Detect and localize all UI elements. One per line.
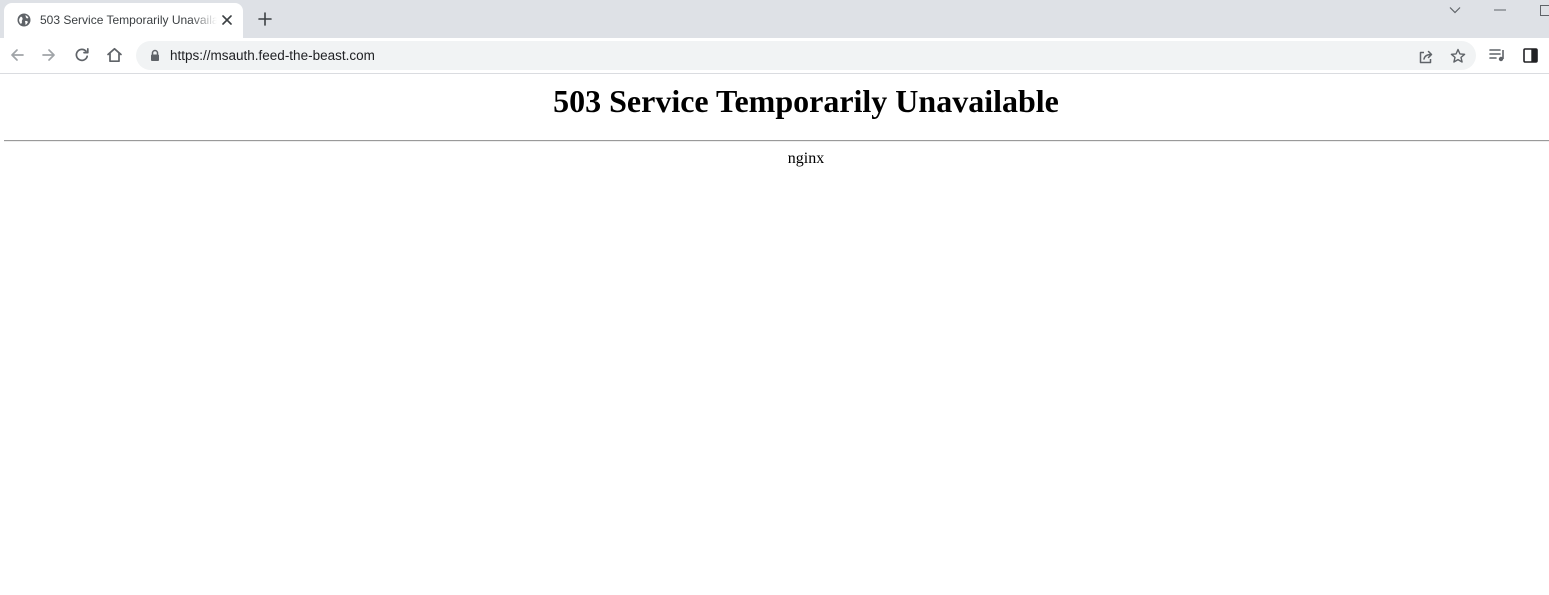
minimize-icon[interactable]: [1488, 0, 1512, 20]
back-arrow-icon: [11, 49, 24, 61]
address-bar[interactable]: https://msauth.feed-the-beast.com: [136, 41, 1476, 70]
page-content: 503 Service Temporarily Unavailable ngin…: [0, 74, 1549, 595]
reading-list-button[interactable]: [1484, 43, 1510, 67]
close-icon[interactable]: [219, 12, 235, 28]
home-button[interactable]: [101, 43, 127, 67]
plus-icon: [258, 12, 272, 26]
forward-button[interactable]: [36, 43, 62, 67]
side-panel-icon: [1522, 47, 1538, 63]
active-tab[interactable]: 503 Service Temporarily Unavailable: [4, 3, 243, 38]
url-text[interactable]: https://msauth.feed-the-beast.com: [170, 47, 375, 64]
globe-icon: [17, 13, 31, 27]
home-icon: [106, 47, 122, 63]
tab-title: 503 Service Temporarily Unavailable: [40, 13, 217, 27]
browser-window: 503 Service Temporarily Unavailable http…: [0, 0, 1549, 595]
lock-icon[interactable]: [149, 49, 161, 62]
reading-list-icon: [1488, 49, 1504, 62]
browser-toolbar: https://msauth.feed-the-beast.com: [0, 38, 1549, 73]
maximize-icon[interactable]: [1536, 0, 1549, 20]
reload-button[interactable]: [69, 43, 95, 67]
tab-search-icon[interactable]: [1444, 0, 1466, 20]
server-name: nginx: [787, 150, 825, 167]
share-icon[interactable]: [1417, 47, 1435, 65]
new-tab-button[interactable]: [254, 8, 276, 30]
star-icon[interactable]: [1449, 47, 1467, 65]
tab-strip: 503 Service Temporarily Unavailable: [0, 0, 1549, 38]
forward-arrow-icon: [42, 49, 55, 61]
side-panel-button[interactable]: [1517, 43, 1543, 67]
page-heading: 503 Service Temporarily Unavailable: [553, 83, 1059, 119]
horizontal-rule: [4, 140, 1549, 142]
reload-icon: [75, 47, 89, 62]
back-button[interactable]: [4, 43, 30, 67]
